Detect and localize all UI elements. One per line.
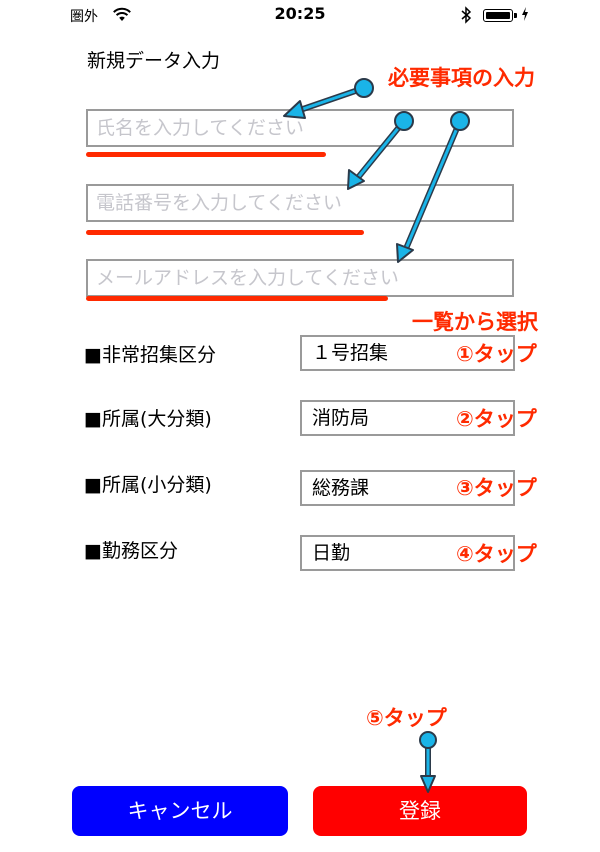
phone-input[interactable] xyxy=(86,184,514,222)
register-button[interactable]: 登録 xyxy=(313,786,527,836)
bluetooth-icon xyxy=(461,6,472,24)
dept-minor-label: ■所属(小分類) xyxy=(84,474,212,496)
work-type-label: ■勤務区分 xyxy=(84,540,178,562)
phone-underline xyxy=(86,230,364,235)
name-input[interactable] xyxy=(86,109,514,147)
tap1-annotation: ①タップ xyxy=(456,342,537,366)
dept-major-label: ■所属(大分類) xyxy=(84,408,212,430)
battery-icon xyxy=(483,9,513,22)
required-annotation: 必要事項の入力 xyxy=(388,66,535,90)
tap3-annotation: ③タップ xyxy=(456,476,537,500)
charging-icon xyxy=(522,7,528,21)
emergency-category-label: ■非常招集区分 xyxy=(84,344,216,366)
email-input[interactable] xyxy=(86,259,514,297)
page-title: 新規データ入力 xyxy=(87,50,221,72)
tap5-annotation: ⑤タップ xyxy=(366,706,447,730)
battery-tip xyxy=(514,13,517,18)
email-underline xyxy=(86,296,388,301)
select-annotation: 一覧から選択 xyxy=(412,310,538,334)
name-underline xyxy=(86,152,326,157)
tap4-annotation: ④タップ xyxy=(456,542,537,566)
tap2-annotation: ②タップ xyxy=(456,407,537,431)
cancel-button[interactable]: キャンセル xyxy=(72,786,288,836)
